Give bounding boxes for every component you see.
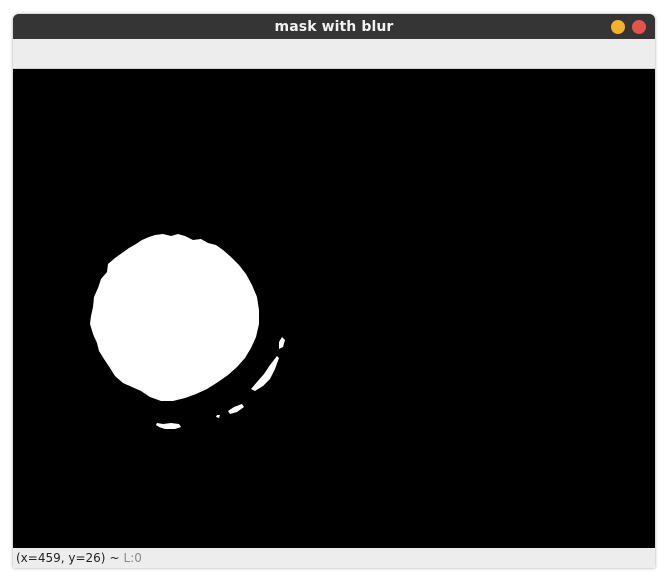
close-button[interactable]: [632, 20, 646, 34]
minimize-button[interactable]: [611, 20, 625, 34]
status-layer: L:0: [123, 551, 142, 565]
title-bar[interactable]: mask with blur: [13, 14, 655, 39]
image-window: mask with blur (x=459, y=26) ~ L:0: [13, 14, 655, 568]
cursor-coordinates: (x=459, y=26): [16, 551, 106, 565]
mask-image: [13, 69, 655, 548]
status-bar: (x=459, y=26) ~ L:0: [13, 548, 655, 568]
window-title: mask with blur: [274, 18, 394, 35]
image-canvas[interactable]: [13, 69, 655, 548]
toolbar: [13, 39, 655, 69]
status-separator: ~: [109, 551, 120, 565]
